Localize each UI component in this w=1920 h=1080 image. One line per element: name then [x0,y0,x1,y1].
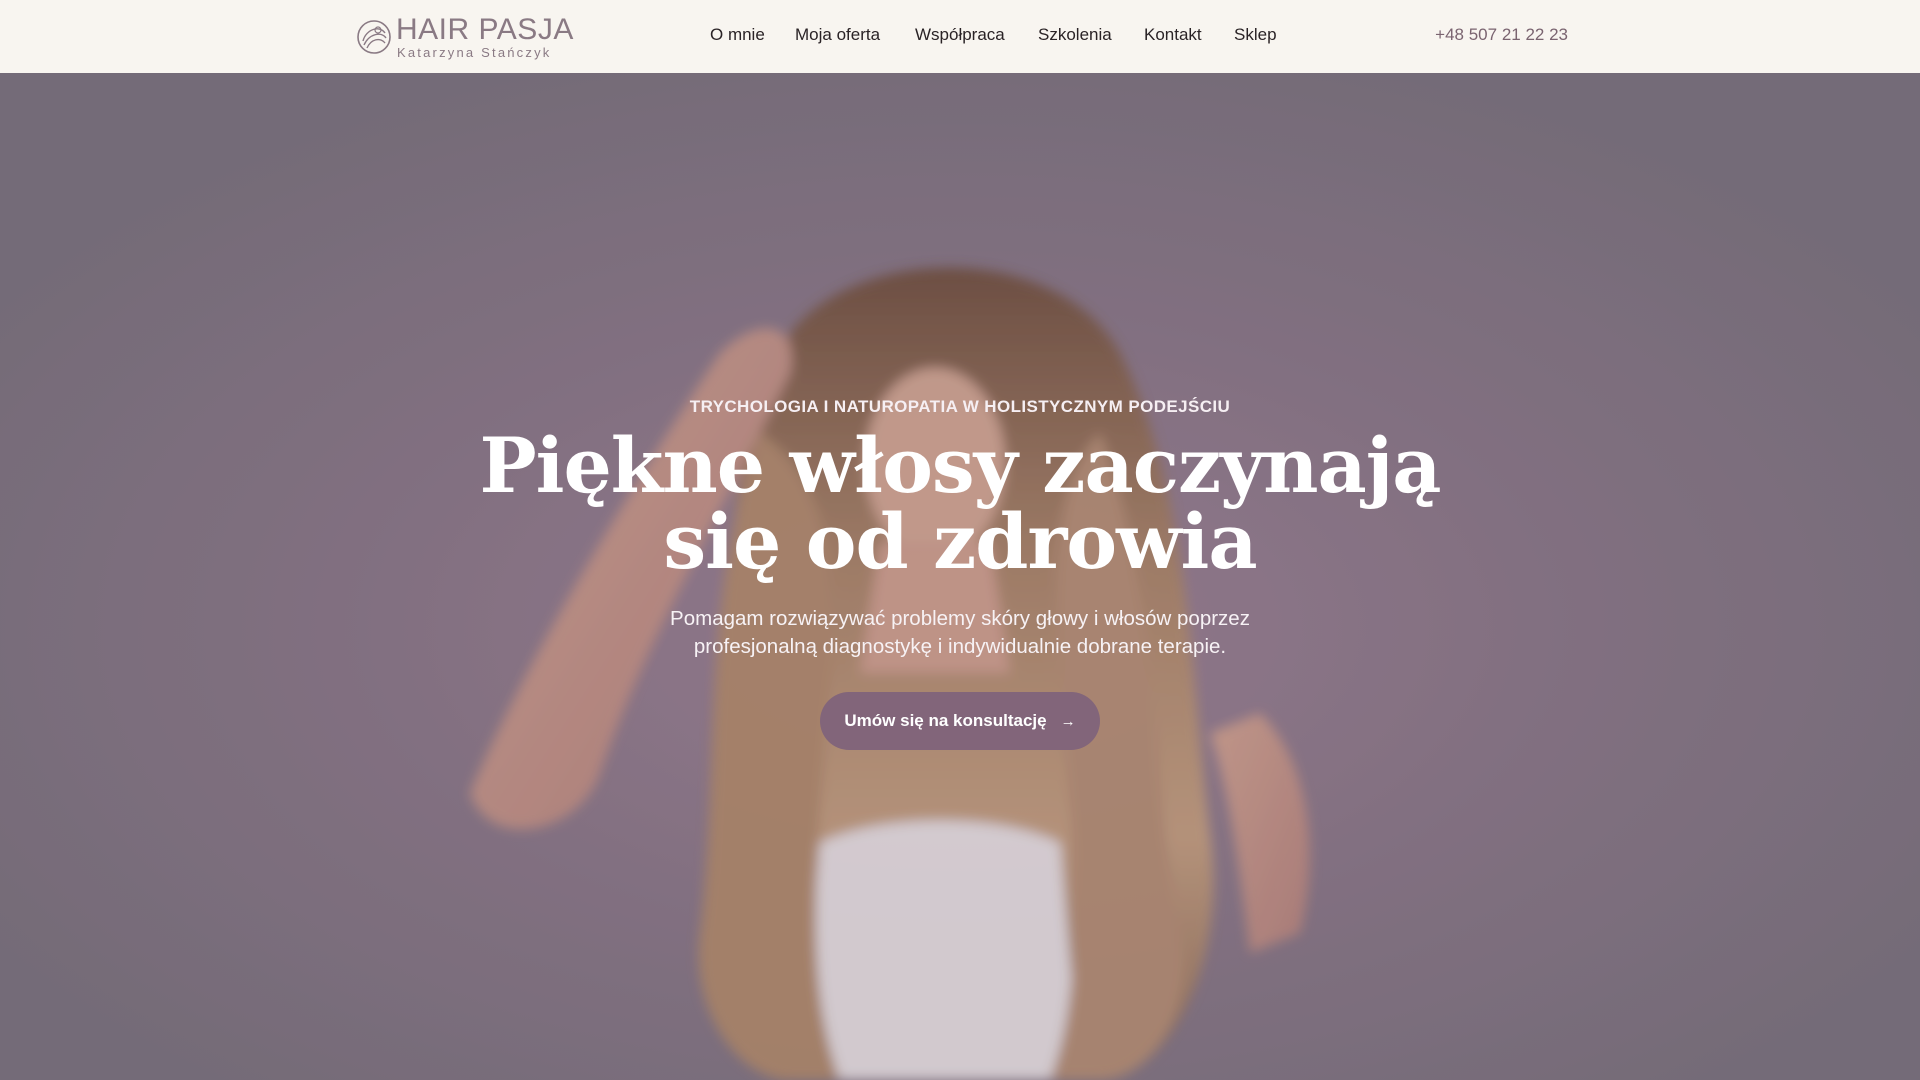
hero-eyebrow: TRYCHOLOGIA I NATUROPATIA W HOLISTYCZNYM… [689,397,1231,416]
hero-headline-line-1: Piękne włosy zaczynają [479,421,1441,510]
book-consultation-button[interactable]: Umów się na konsultację → [820,692,1100,750]
hero-lead-line-1: Pomagam rozwiązywać problemy skóry głowy… [670,607,1250,630]
site-header: HAIR PASJA Katarzyna Stańczyk O mnie Moj… [0,0,1920,73]
hero-lead: Pomagam rozwiązywać problemy skóry głowy… [0,605,1920,661]
nav-item-wspolpraca[interactable]: Współpraca [915,25,1005,45]
phone-link[interactable]: +48 507 21 22 23 [1435,25,1568,45]
hero-lead-line-2: profesjonalną diagnostykę i indywidualni… [693,635,1227,658]
book-consultation-label: Umów się na konsultację [844,711,1047,730]
nav-item-moja-oferta[interactable]: Moja oferta [795,25,880,45]
nav-item-o-mnie[interactable]: O mnie [710,25,765,45]
main-nav: O mnie Moja oferta Współpraca Szkolenia … [0,0,1920,73]
nav-item-szkolenia[interactable]: Szkolenia [1038,25,1112,45]
hero-headline: Piękne włosy zaczynają się od zdrowia [0,428,1920,580]
hero-headline-line-2: się od zdrowia [663,497,1257,586]
nav-item-kontakt[interactable]: Kontakt [1144,25,1202,45]
nav-item-sklep[interactable]: Sklep [1234,25,1277,45]
hero-section: TRYCHOLOGIA I NATUROPATIA W HOLISTYCZNYM… [0,73,1920,1080]
arrow-right-icon: → [1060,712,1076,730]
